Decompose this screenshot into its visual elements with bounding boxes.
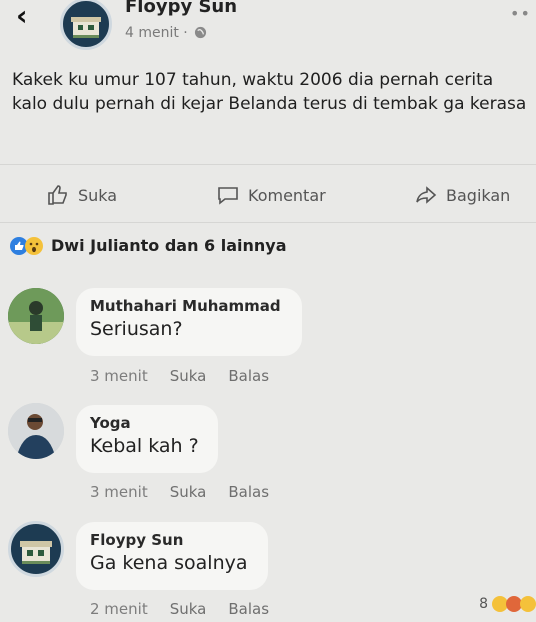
comment-author[interactable]: Yoga (90, 414, 204, 432)
comment-reaction-count: 8 (479, 596, 488, 612)
like-label: Suka (78, 185, 118, 205)
wow-reaction-icon (25, 236, 43, 255)
share-button[interactable]: Bagikan (414, 180, 510, 210)
comment-actions: 2 menit Suka Balas (90, 600, 269, 618)
comment-bubble: Muthahari Muhammad Seriusan? (76, 288, 302, 356)
comment-time: 3 menit (90, 483, 148, 501)
comment-time: 2 menit (90, 600, 148, 618)
share-arrow-icon (416, 186, 437, 204)
comment-bubble: Floypy Sun Ga kena soalnya (76, 522, 268, 590)
comment-avatar[interactable] (8, 403, 64, 459)
post-meta: 4 menit · (125, 25, 207, 41)
comment-button[interactable]: Komentar (216, 180, 326, 210)
reactions-summary[interactable]: Dwi Julianto dan 6 lainnya (10, 236, 287, 255)
comment-reply-button[interactable]: Balas (228, 483, 269, 501)
wow-reaction-icon (520, 596, 536, 612)
comment-reply-button[interactable]: Balas (228, 367, 269, 385)
comment-author[interactable]: Floypy Sun (90, 531, 254, 549)
divider (0, 222, 536, 223)
comment-avatar[interactable] (8, 288, 64, 344)
comment-text: Kebal kah ? (90, 435, 199, 457)
author-avatar[interactable] (60, 0, 112, 50)
comment-avatar[interactable] (8, 521, 64, 577)
author-name[interactable]: Floypy Sun (125, 0, 237, 17)
comment-like-button[interactable]: Suka (170, 600, 207, 618)
comment-bubble-icon (218, 187, 238, 205)
comment-reply-button[interactable]: Balas (228, 600, 269, 618)
reactions-summary-text: Dwi Julianto dan 6 lainnya (51, 236, 287, 255)
thumbs-up-icon (48, 185, 67, 205)
post-header: ‹ Floypy Sun 4 menit · • • (0, 0, 536, 56)
post-time: 4 menit · (125, 25, 188, 41)
globe-icon (195, 26, 207, 39)
comment-author[interactable]: Muthahari Muhammad (90, 297, 288, 315)
divider (0, 164, 536, 165)
comment-label: Komentar (248, 185, 326, 205)
comment-time: 3 menit (90, 367, 148, 385)
comment-text: Seriusan? (90, 318, 183, 340)
comment-actions: 3 menit Suka Balas (90, 367, 269, 385)
comment-like-button[interactable]: Suka (170, 483, 207, 501)
comment-like-button[interactable]: Suka (170, 367, 207, 385)
more-options-icon[interactable]: • • (510, 4, 530, 23)
share-label: Bagikan (446, 185, 511, 205)
comment-reactions[interactable]: 8 (479, 596, 536, 612)
comment-text: Ga kena soalnya (90, 552, 248, 574)
back-arrow-icon[interactable]: ‹ (16, 2, 28, 30)
comment-bubble: Yoga Kebal kah ? (76, 405, 218, 473)
comment-actions: 3 menit Suka Balas (90, 483, 269, 501)
like-button[interactable]: Suka (46, 180, 117, 210)
post-body: Kakek ku umur 107 tahun, waktu 2006 dia … (12, 70, 527, 114)
